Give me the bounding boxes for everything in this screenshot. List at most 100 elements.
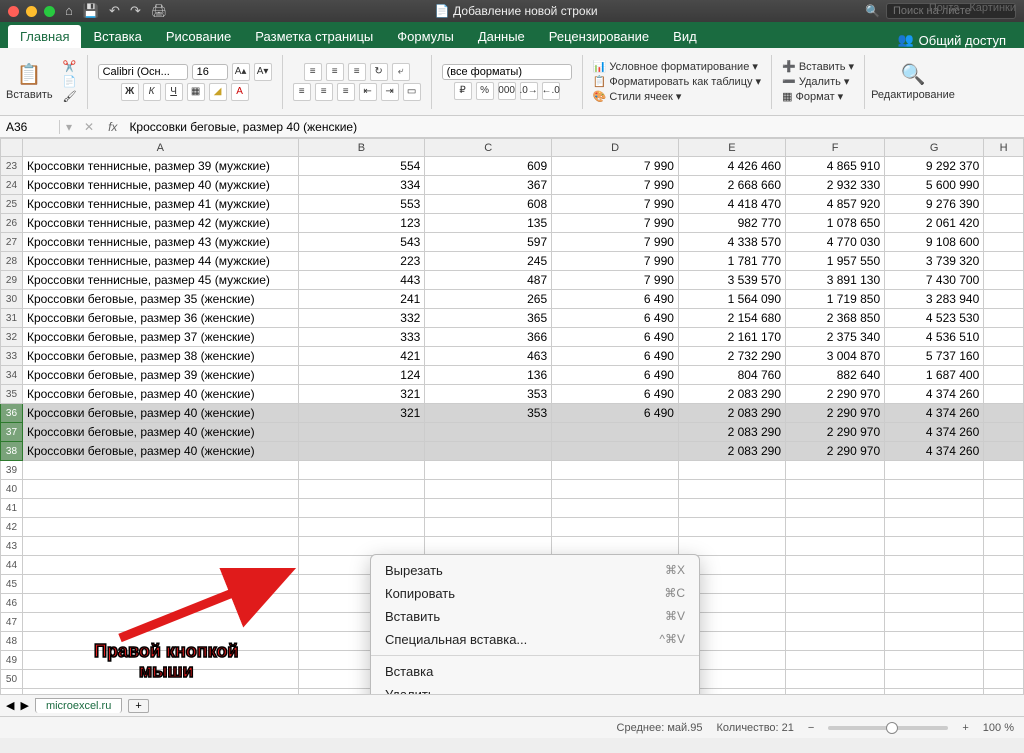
- align-right-icon[interactable]: ≡: [337, 83, 355, 101]
- context-menu-item[interactable]: Вырезать⌘X: [371, 559, 699, 582]
- cell[interactable]: [22, 689, 298, 695]
- cell[interactable]: [786, 575, 885, 594]
- context-menu-item[interactable]: Вставка: [371, 660, 699, 683]
- cell[interactable]: 7 990: [552, 252, 679, 271]
- cell[interactable]: 2 668 660: [678, 176, 785, 195]
- fill-color-button[interactable]: ◢: [209, 83, 227, 101]
- cell[interactable]: 7 990: [552, 195, 679, 214]
- cell[interactable]: [984, 423, 1024, 442]
- column-header[interactable]: B: [298, 139, 425, 157]
- row-header[interactable]: 44: [1, 556, 23, 575]
- cell[interactable]: [984, 252, 1024, 271]
- row-header[interactable]: 48: [1, 632, 23, 651]
- cell[interactable]: [984, 271, 1024, 290]
- cell[interactable]: 241: [298, 290, 425, 309]
- cell[interactable]: 4 374 260: [885, 442, 984, 461]
- cell[interactable]: 4 418 470: [678, 195, 785, 214]
- zoom-out-button[interactable]: −: [808, 722, 814, 734]
- cell[interactable]: [885, 556, 984, 575]
- table-row[interactable]: 23Кроссовки теннисные, размер 39 (мужски…: [1, 157, 1024, 176]
- cell[interactable]: [885, 518, 984, 537]
- cell[interactable]: Кроссовки теннисные, размер 45 (мужские): [22, 271, 298, 290]
- cell[interactable]: 9 276 390: [885, 195, 984, 214]
- row-header[interactable]: 41: [1, 499, 23, 518]
- cell[interactable]: [885, 480, 984, 499]
- table-row[interactable]: 38Кроссовки беговые, размер 40 (женские)…: [1, 442, 1024, 461]
- table-row[interactable]: 31Кроссовки беговые, размер 36 (женские)…: [1, 309, 1024, 328]
- table-row[interactable]: 34Кроссовки беговые, размер 39 (женские)…: [1, 366, 1024, 385]
- merge-icon[interactable]: ▭: [403, 83, 421, 101]
- cell[interactable]: [984, 385, 1024, 404]
- cell[interactable]: 1 719 850: [786, 290, 885, 309]
- format-as-table-button[interactable]: 📋 Форматировать как таблицу ▾: [593, 75, 761, 88]
- row-header[interactable]: 40: [1, 480, 23, 499]
- cell[interactable]: 4 523 530: [885, 309, 984, 328]
- tab-review[interactable]: Рецензирование: [537, 25, 661, 48]
- cell[interactable]: [984, 537, 1024, 556]
- cell-styles-button[interactable]: 🎨 Стили ячеек ▾: [593, 90, 682, 103]
- cell[interactable]: [552, 461, 679, 480]
- cell[interactable]: 7 430 700: [885, 271, 984, 290]
- cell[interactable]: [786, 518, 885, 537]
- column-header[interactable]: F: [786, 139, 885, 157]
- cell[interactable]: 3 891 130: [786, 271, 885, 290]
- sheet-tab[interactable]: microexcel.ru: [35, 698, 122, 713]
- cell[interactable]: 353: [425, 404, 552, 423]
- underline-button[interactable]: Ч: [165, 83, 183, 101]
- cell[interactable]: [984, 157, 1024, 176]
- align-mid-icon[interactable]: ≡: [326, 63, 344, 81]
- home-icon[interactable]: ⌂: [65, 3, 73, 19]
- cell[interactable]: 333: [298, 328, 425, 347]
- cell[interactable]: [552, 518, 679, 537]
- cell[interactable]: 365: [425, 309, 552, 328]
- cell[interactable]: 6 490: [552, 309, 679, 328]
- cell[interactable]: 4 374 260: [885, 385, 984, 404]
- column-header[interactable]: G: [885, 139, 984, 157]
- number-format-select[interactable]: [442, 64, 572, 80]
- cell[interactable]: Кроссовки беговые, размер 40 (женские): [22, 423, 298, 442]
- cell[interactable]: Кроссовки теннисные, размер 44 (мужские): [22, 252, 298, 271]
- row-header[interactable]: 49: [1, 651, 23, 670]
- cell[interactable]: [298, 461, 425, 480]
- cell[interactable]: [786, 537, 885, 556]
- paste-button[interactable]: 📋 Вставить: [6, 62, 53, 101]
- row-header[interactable]: 24: [1, 176, 23, 195]
- cell[interactable]: [786, 480, 885, 499]
- cell[interactable]: [425, 423, 552, 442]
- tab-formulas[interactable]: Формулы: [385, 25, 466, 48]
- cell[interactable]: 136: [425, 366, 552, 385]
- print-icon[interactable]: 🖨: [151, 3, 168, 19]
- cell[interactable]: [786, 556, 885, 575]
- cell[interactable]: 2 290 970: [786, 404, 885, 423]
- cell[interactable]: [885, 689, 984, 695]
- cell[interactable]: [885, 632, 984, 651]
- table-row[interactable]: 40: [1, 480, 1024, 499]
- cell-reference[interactable]: A36: [0, 120, 60, 134]
- font-size-select[interactable]: [192, 64, 228, 80]
- cell[interactable]: [786, 594, 885, 613]
- cell[interactable]: 2 290 970: [786, 385, 885, 404]
- cell[interactable]: 9 108 600: [885, 233, 984, 252]
- zoom-slider[interactable]: [828, 726, 948, 730]
- format-painter-icon[interactable]: 🖌: [63, 90, 77, 103]
- cell[interactable]: Кроссовки теннисные, размер 41 (мужские): [22, 195, 298, 214]
- cell[interactable]: 487: [425, 271, 552, 290]
- row-header[interactable]: 32: [1, 328, 23, 347]
- cell[interactable]: 7 990: [552, 233, 679, 252]
- column-header[interactable]: H: [984, 139, 1024, 157]
- cell[interactable]: 245: [425, 252, 552, 271]
- cell[interactable]: [22, 537, 298, 556]
- cell[interactable]: 6 490: [552, 347, 679, 366]
- column-header[interactable]: E: [678, 139, 785, 157]
- cell[interactable]: [786, 499, 885, 518]
- cell[interactable]: [885, 594, 984, 613]
- cell[interactable]: Кроссовки беговые, размер 36 (женские): [22, 309, 298, 328]
- row-header[interactable]: 46: [1, 594, 23, 613]
- cell[interactable]: [298, 537, 425, 556]
- cell[interactable]: 1 687 400: [885, 366, 984, 385]
- cell[interactable]: [984, 594, 1024, 613]
- cell[interactable]: 3 739 320: [885, 252, 984, 271]
- cell[interactable]: [786, 461, 885, 480]
- copy-icon[interactable]: 📄: [63, 75, 77, 88]
- cell[interactable]: 4 770 030: [786, 233, 885, 252]
